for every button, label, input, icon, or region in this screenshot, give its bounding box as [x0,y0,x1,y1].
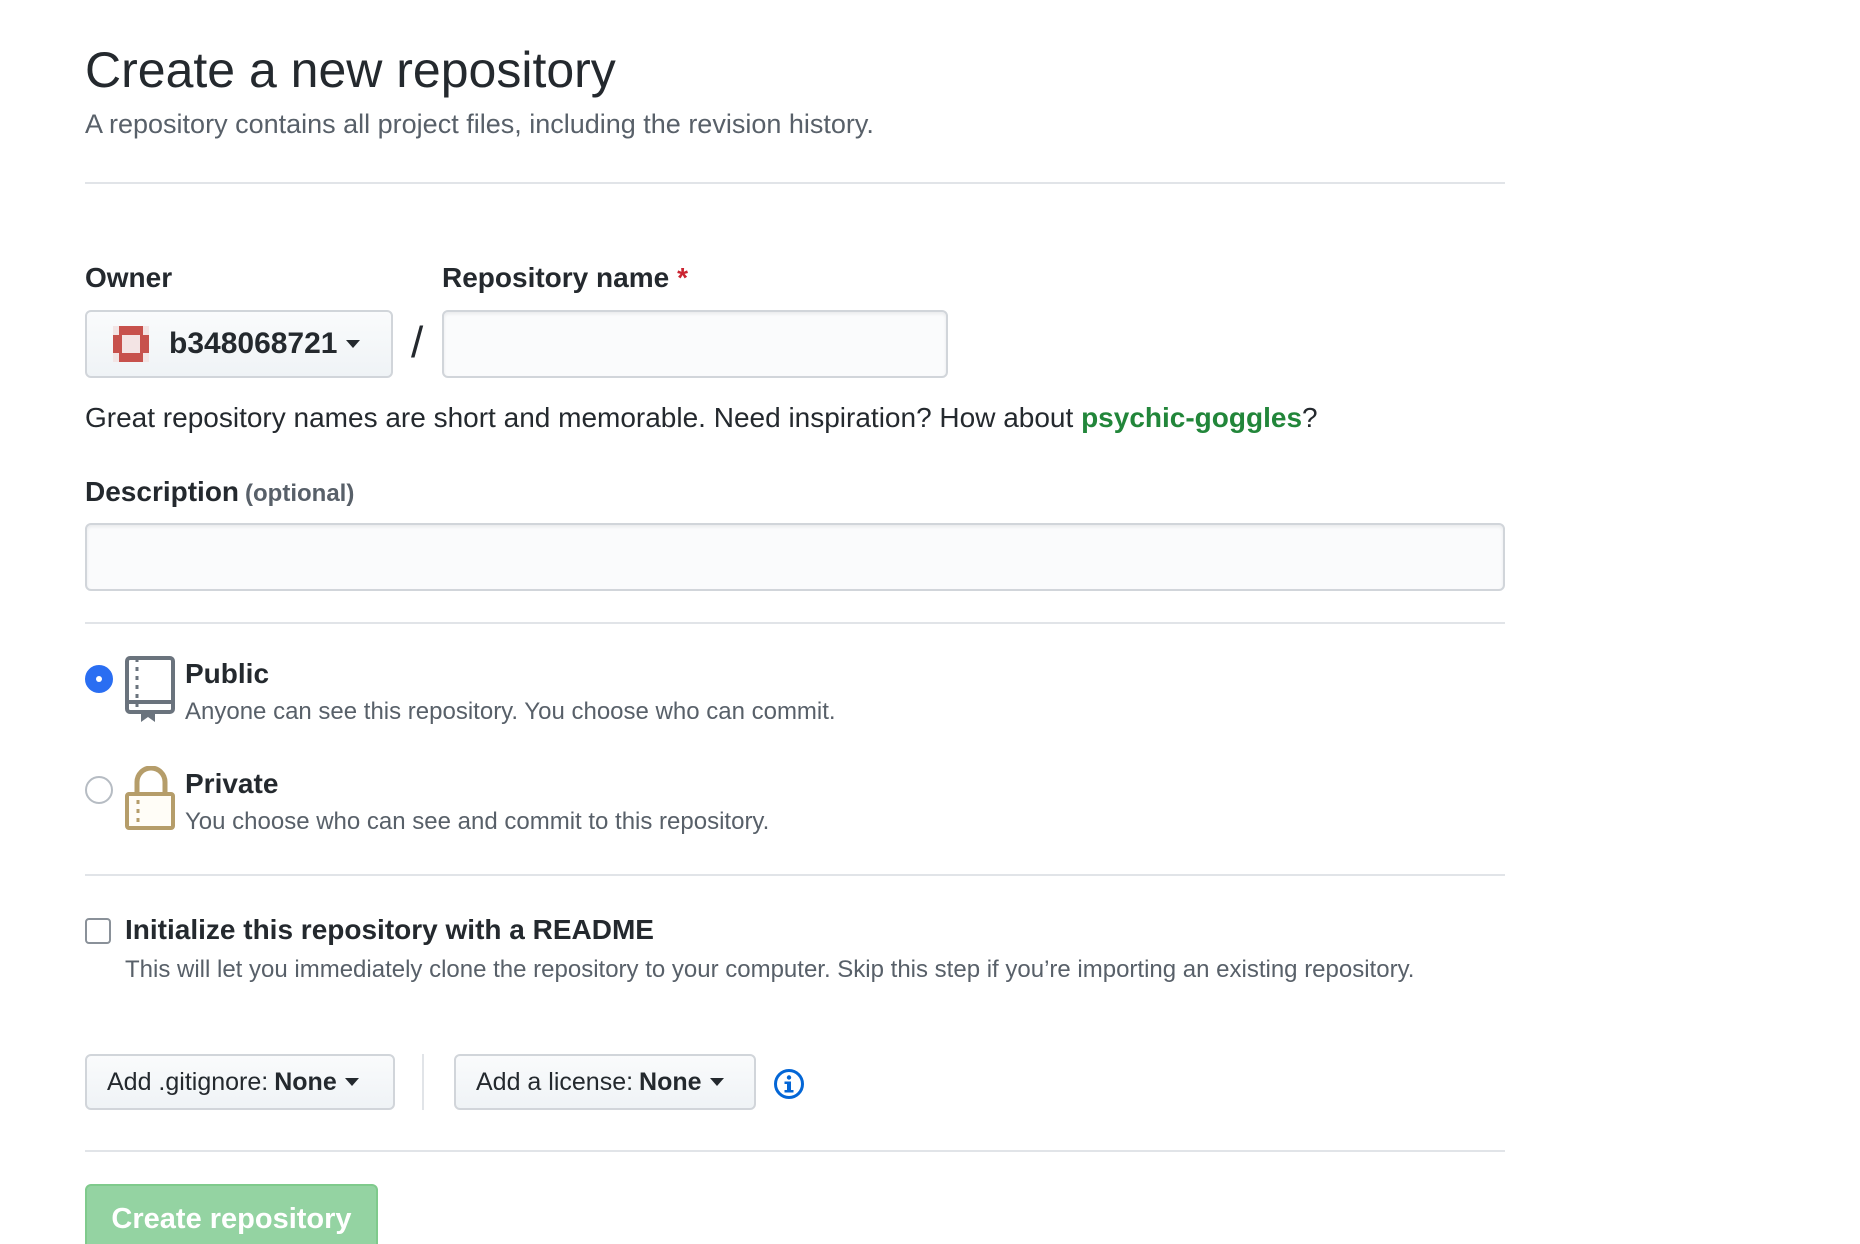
private-radio[interactable] [85,776,113,804]
repo-name-label-text: Repository name [442,262,670,293]
chevron-down-icon [709,1078,724,1086]
gitignore-value: None [274,1067,337,1096]
repo-icon [125,656,175,722]
suggestion-link[interactable]: psychic-goggles [1081,402,1302,433]
vertical-divider [422,1054,424,1110]
lock-icon [125,766,175,830]
divider [85,622,1505,624]
visibility-option-private[interactable]: Private You choose who can see and commi… [85,766,1505,846]
gitignore-label: Add .gitignore: [107,1067,269,1096]
owner-name: b348068721 [169,327,338,360]
repo-name-label: Repository name * [442,260,688,296]
chevron-down-icon [344,1078,359,1086]
license-select[interactable]: Add a license: None [454,1054,756,1110]
description-input[interactable] [85,523,1505,591]
create-repository-button[interactable]: Create repository [85,1184,378,1244]
info-icon[interactable] [773,1068,805,1100]
hint-text: Great repository names are short and mem… [85,402,1082,433]
public-description: Anyone can see this repository. You choo… [185,698,836,725]
public-radio[interactable] [85,665,113,693]
repo-name-hint: Great repository names are short and mem… [85,398,1318,438]
owner-label: Owner [85,260,172,296]
private-title: Private [185,768,279,799]
hint-suffix: ? [1302,402,1318,433]
divider [85,1150,1505,1152]
chevron-down-icon [345,340,360,348]
page: Create a new repository A repository con… [0,0,1860,1244]
public-title: Public [185,658,270,689]
private-description: You choose who can see and commit to thi… [185,808,770,835]
description-label: Description (optional) [85,474,354,512]
owner-label-text: Owner [85,262,173,293]
page-subtitle: A repository contains all project files,… [85,109,874,139]
readme-description: This will let you immediately clone the … [125,956,1415,983]
owner-select[interactable]: b348068721 [85,310,393,378]
readme-checkbox[interactable] [85,918,111,944]
repo-name-input[interactable] [442,310,948,378]
divider [85,874,1505,876]
owner-repo-separator: / [411,318,424,367]
required-mark: * [677,262,689,293]
gitignore-select[interactable]: Add .gitignore: None [85,1054,395,1110]
optional-note: (optional) [245,480,355,507]
license-value: None [639,1067,702,1096]
readme-title[interactable]: Initialize this repository with a README [125,912,654,948]
description-label-text: Description [85,476,240,507]
license-label: Add a license: [476,1067,634,1096]
page-title: Create a new repository [85,42,616,98]
visibility-option-public[interactable]: Public Anyone can see this repository. Y… [85,656,1505,736]
owner-avatar [113,326,149,362]
divider [85,182,1505,184]
